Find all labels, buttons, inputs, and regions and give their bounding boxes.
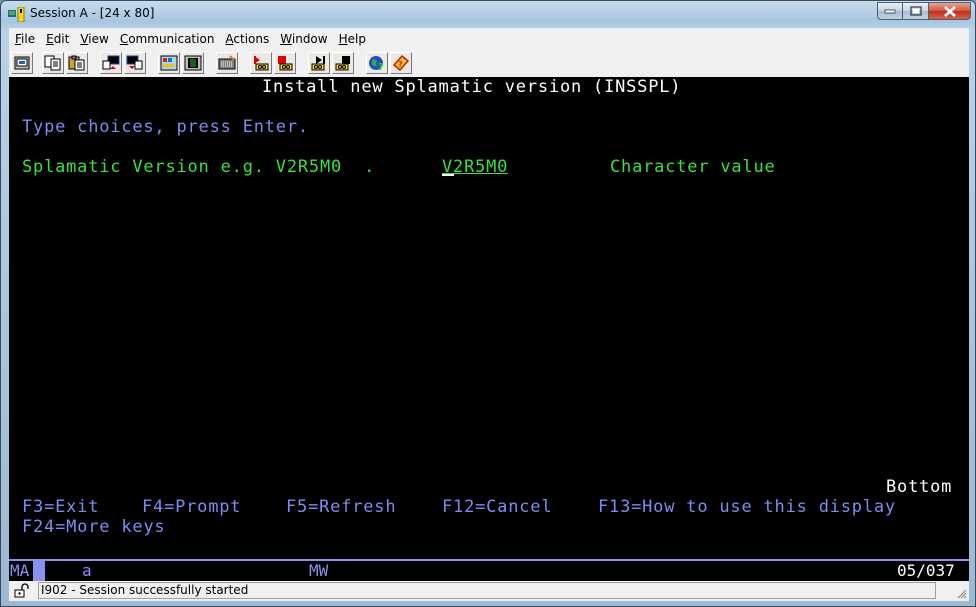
paste-icon (68, 55, 85, 71)
receive-icon (126, 55, 143, 70)
close-button[interactable] (929, 2, 971, 20)
receive-file-button[interactable] (124, 52, 146, 74)
menu-help[interactable]: Help (333, 32, 371, 46)
macro-stop-icon (278, 56, 293, 71)
send-icon (102, 55, 120, 70)
instruction-text: Type choices, press Enter. (22, 117, 309, 137)
menu-bar: File Edit View Communication Actions Win… (9, 28, 969, 49)
print-screen-button[interactable] (11, 52, 33, 74)
menu-window[interactable]: Window (274, 32, 332, 46)
macro-stop-button[interactable] (274, 52, 296, 74)
help-icon: ? (392, 55, 410, 71)
app-icon (8, 7, 25, 22)
maximize-button[interactable] (903, 2, 929, 20)
quick-keypad-button[interactable] (182, 52, 204, 74)
version-prompt-label: Splamatic Version e.g. V2R5M0 . (22, 157, 376, 177)
cursor-position: 05/037 (897, 561, 955, 580)
fkey-f5-refresh[interactable]: F5=Refresh (286, 497, 396, 517)
window-title: Session A - [24 x 80] (30, 6, 155, 20)
keyboard-map-icon (218, 55, 236, 70)
oia-cursor-block (33, 561, 45, 581)
more-indicator: Bottom (886, 477, 953, 497)
copy-button[interactable] (42, 52, 64, 74)
macro-pause-button[interactable] (332, 52, 354, 74)
web-help-button[interactable]: ? (366, 52, 388, 74)
macro-record-icon (254, 56, 269, 71)
web-help-icon: ? (369, 56, 384, 71)
menu-communication[interactable]: Communication (114, 32, 220, 46)
close-icon (943, 5, 956, 17)
help-button[interactable]: ? (390, 52, 412, 74)
terminal-screen[interactable]: Install new Splamatic version (INSSPL) T… (9, 77, 969, 581)
svg-text:?: ? (378, 62, 384, 71)
macro-play-button[interactable] (308, 52, 330, 74)
macro-record-button[interactable] (250, 52, 272, 74)
toolbar: ? ? (9, 49, 969, 77)
display-keypad-icon (160, 55, 178, 71)
fkey-f12-cancel[interactable]: F12=Cancel (442, 497, 552, 517)
fkey-f24-more-keys[interactable]: F24=More keys (22, 517, 165, 537)
text-cursor (442, 174, 454, 176)
macro-play-icon (311, 56, 325, 71)
screen-title: Install new Splamatic version (INSSPL) (262, 77, 682, 97)
quick-keypad-icon (184, 55, 202, 71)
minimize-icon (884, 9, 896, 14)
display-keypad-button[interactable] (158, 52, 180, 74)
field-hint: Character value (610, 157, 776, 177)
status-bar: I902 - Session successfully started (9, 581, 969, 601)
fkey-f4-prompt[interactable]: F4=Prompt (142, 497, 241, 517)
print-screen-icon (14, 56, 30, 70)
emulator-window: Session A - [24 x 80] File Edit View Com… (0, 0, 976, 607)
operator-info-area: MA a MW 05/037 (9, 561, 969, 581)
svg-text:?: ? (398, 60, 403, 69)
macro-pause-icon (335, 56, 350, 71)
fkey-f13-help[interactable]: F13=How to use this display (598, 497, 896, 517)
menu-actions[interactable]: Actions (219, 32, 274, 46)
status-message: I902 - Session successfully started (38, 582, 936, 599)
fkey-f3-exit[interactable]: F3=Exit (22, 497, 99, 517)
copy-icon (44, 55, 61, 71)
send-file-button[interactable] (100, 52, 122, 74)
menu-edit[interactable]: Edit (40, 32, 74, 46)
oia-status: MW (309, 561, 329, 580)
resize-grip-icon[interactable] (955, 587, 967, 599)
minimize-button[interactable] (877, 2, 903, 20)
title-bar[interactable]: Session A - [24 x 80] (1, 1, 976, 28)
menu-file[interactable]: File (9, 32, 40, 46)
maximize-icon (909, 6, 922, 16)
oia-mode: MA (10, 561, 30, 580)
menu-view[interactable]: View (74, 32, 113, 46)
lock-icon (14, 583, 29, 598)
keyboard-map-button[interactable] (216, 52, 238, 74)
paste-button[interactable] (66, 52, 88, 74)
oia-session-letter: a (82, 561, 92, 580)
